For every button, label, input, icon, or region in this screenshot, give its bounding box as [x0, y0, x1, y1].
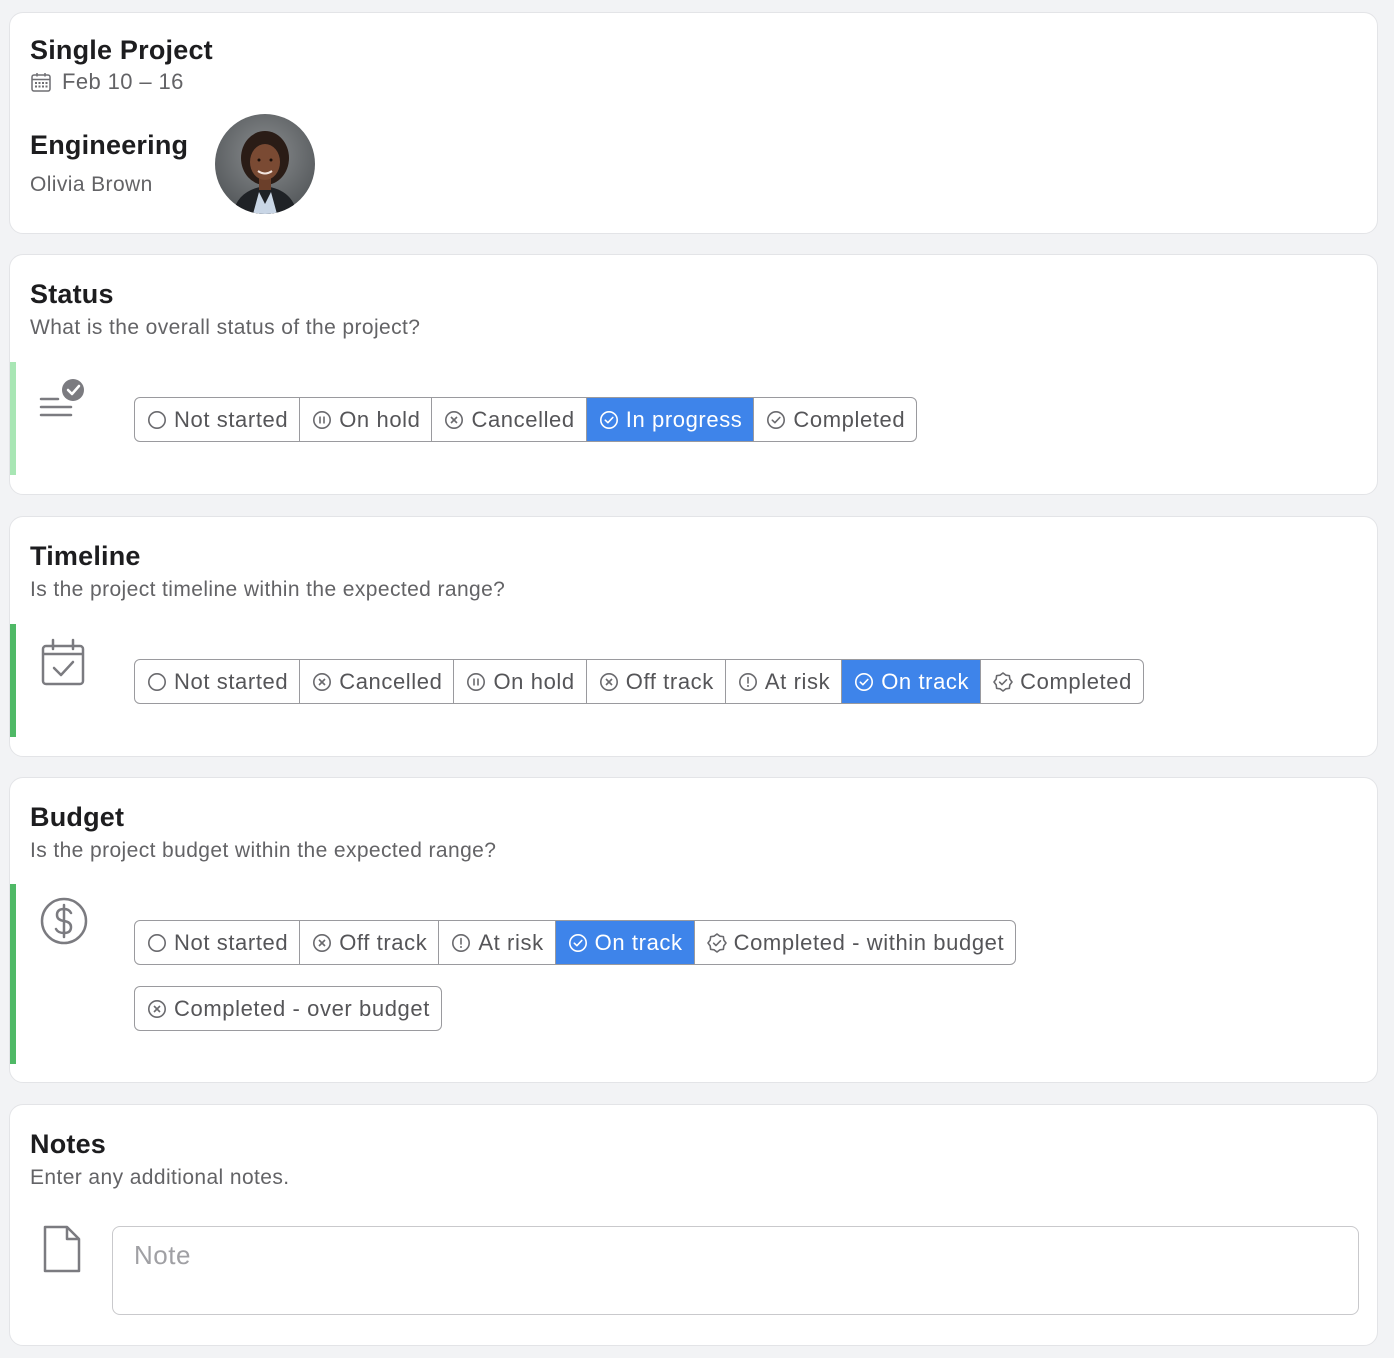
- x-circle-icon: [148, 999, 166, 1018]
- budget-accent-bar: [10, 884, 16, 1064]
- option-not-started[interactable]: Not started: [135, 398, 301, 441]
- budget-segmented-control-row2: Completed - over budget: [134, 986, 442, 1031]
- check-circle-icon: [599, 410, 618, 429]
- status-card: Status What is the overall status of the…: [9, 254, 1378, 495]
- status-title: Status: [30, 279, 114, 309]
- option-label: At risk: [764, 668, 831, 694]
- option-label: Completed - over budget: [174, 995, 430, 1021]
- check-circle-icon: [855, 672, 874, 691]
- option-on-track[interactable]: On track: [842, 660, 982, 703]
- status-segmented-control: Not started On hold Cancelled In progress Co…: [134, 397, 918, 442]
- option-off-track[interactable]: Off track: [587, 660, 726, 703]
- badge-check-icon: [706, 932, 727, 953]
- timeline-title: Timeline: [30, 541, 141, 571]
- budget-segmented-control: Not started Off track At risk On track Compl…: [134, 920, 1017, 965]
- empty-circle-icon: [148, 410, 166, 429]
- option-label: Not started: [174, 929, 289, 955]
- alert-circle-icon: [452, 933, 471, 952]
- owner-name: Olivia Brown: [30, 173, 153, 196]
- option-not-started[interactable]: Not started: [135, 921, 301, 964]
- option-label: Not started: [174, 668, 289, 694]
- alert-circle-icon: [738, 672, 757, 691]
- option-label: On track: [594, 929, 683, 955]
- list-check-icon: [39, 379, 84, 417]
- option-label: Completed - within budget: [733, 929, 1005, 955]
- option-off-track[interactable]: Off track: [300, 921, 440, 964]
- timeline-question: Is the project timeline within the expec…: [30, 578, 506, 601]
- notes-title: Notes: [30, 1129, 107, 1159]
- date-range: Feb 10 – 16: [30, 69, 184, 95]
- x-circle-icon: [445, 410, 464, 429]
- option-label: On track: [881, 668, 970, 694]
- option-cancelled[interactable]: Cancelled: [432, 398, 587, 441]
- option-label: Cancelled: [471, 406, 575, 432]
- option-at-risk[interactable]: At risk: [726, 660, 843, 703]
- avatar: [215, 114, 315, 214]
- pause-circle-icon: [313, 410, 332, 429]
- status-accent-bar: [10, 362, 16, 475]
- notes-question: Enter any additional notes.: [30, 1166, 290, 1189]
- option-completed[interactable]: Completed: [981, 660, 1143, 703]
- option-not-started[interactable]: Not started: [135, 660, 301, 703]
- document-icon: [43, 1225, 81, 1273]
- calendar-icon: [31, 73, 51, 92]
- option-label: On hold: [339, 406, 421, 432]
- option-label: Off track: [339, 929, 428, 955]
- option-completed-within-budget[interactable]: Completed - within budget: [695, 921, 1016, 964]
- check-circle-icon: [568, 933, 587, 952]
- option-label: On hold: [493, 668, 575, 694]
- timeline-accent-bar: [10, 624, 16, 737]
- option-completed-over-budget[interactable]: Completed - over budget: [135, 987, 441, 1030]
- dollar-circle-icon: [40, 897, 88, 945]
- check-circle-icon: [767, 410, 786, 429]
- status-question: What is the overall status of the projec…: [30, 316, 421, 339]
- option-label: At risk: [478, 929, 544, 955]
- option-on-hold[interactable]: On hold: [300, 398, 433, 441]
- date-range-text: Feb 10 – 16: [62, 69, 184, 94]
- x-circle-icon: [313, 933, 332, 952]
- option-in-progress[interactable]: In progress: [586, 398, 755, 441]
- budget-question: Is the project budget within the expecte…: [30, 839, 497, 862]
- pause-circle-icon: [467, 672, 486, 691]
- badge-check-icon: [993, 671, 1013, 692]
- option-cancelled[interactable]: Cancelled: [300, 660, 455, 703]
- option-label: Off track: [625, 668, 714, 694]
- option-at-risk[interactable]: At risk: [439, 921, 556, 964]
- option-label: In progress: [625, 406, 743, 432]
- project-header-card: Single Project Feb 10 – 16 Engineering O…: [9, 12, 1378, 234]
- option-label: Not started: [174, 406, 289, 432]
- option-label: Completed: [793, 406, 906, 432]
- budget-title: Budget: [30, 802, 125, 832]
- notes-card: Notes Enter any additional notes.: [9, 1104, 1378, 1346]
- option-label: Cancelled: [339, 668, 443, 694]
- project-title: Single Project: [30, 35, 213, 65]
- option-on-hold[interactable]: On hold: [454, 660, 587, 703]
- team-name: Engineering: [30, 130, 189, 160]
- budget-card: Budget Is the project budget within the …: [9, 777, 1378, 1083]
- timeline-segmented-control: Not started Cancelled On hold Off track At r…: [134, 659, 1144, 704]
- option-on-track[interactable]: On track: [555, 921, 695, 964]
- x-circle-icon: [599, 672, 618, 691]
- calendar-check-icon: [41, 638, 85, 686]
- timeline-card: Timeline Is the project timeline within …: [9, 516, 1378, 757]
- note-input[interactable]: [112, 1226, 1359, 1315]
- empty-circle-icon: [148, 933, 166, 952]
- empty-circle-icon: [148, 672, 166, 691]
- option-completed[interactable]: Completed: [754, 398, 916, 441]
- x-circle-icon: [313, 672, 332, 691]
- option-label: Completed: [1020, 668, 1132, 694]
